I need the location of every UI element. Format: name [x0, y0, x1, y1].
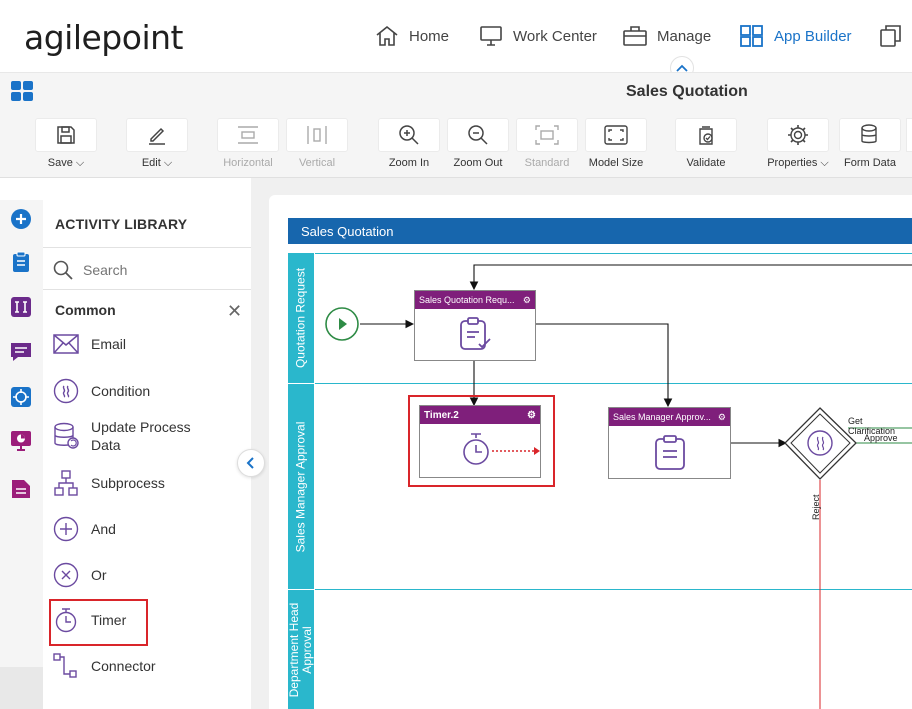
flow-label-approve: Approve	[864, 433, 898, 443]
task-title: Sales Quotation Requ...	[419, 295, 515, 305]
gear-icon[interactable]: ⚙	[523, 295, 531, 306]
decision-gateway[interactable]	[784, 407, 857, 480]
task-timer[interactable]: Timer.2 ⚙	[419, 405, 541, 478]
form-task-icon	[460, 317, 491, 350]
task-title: Timer.2	[424, 409, 459, 421]
task-title: Sales Manager Approv...	[613, 412, 711, 422]
task-sales-quotation-request[interactable]: Sales Quotation Requ... ⚙	[414, 290, 536, 361]
gear-icon[interactable]: ⚙	[527, 410, 536, 421]
flow-label-reject: Reject	[811, 494, 821, 520]
flow-line[interactable]	[469, 264, 912, 291]
form-approval-icon	[654, 435, 685, 470]
task-sales-manager-approval[interactable]: Sales Manager Approv... ⚙	[608, 407, 731, 479]
dashed-arrow-icon	[492, 447, 540, 455]
gear-icon[interactable]: ⚙	[718, 412, 726, 423]
flow-line[interactable]	[536, 323, 673, 408]
timer-icon	[463, 433, 489, 465]
